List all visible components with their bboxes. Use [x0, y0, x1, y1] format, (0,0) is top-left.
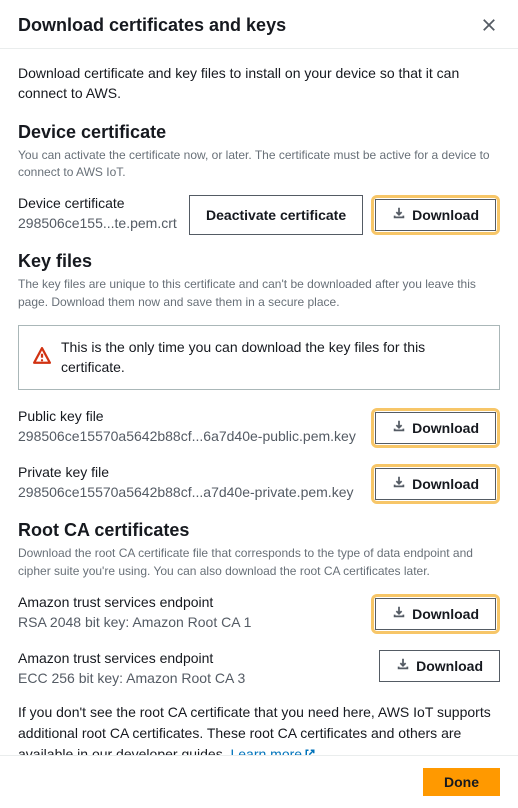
root-ca-section: Root CA certificates Download the root C… [18, 520, 500, 755]
highlight: Download [371, 195, 500, 235]
root-ca-1-row: Amazon trust services endpoint RSA 2048 … [18, 594, 500, 634]
device-certificate-section: Device certificate You can activate the … [18, 122, 500, 236]
download-icon [396, 656, 410, 676]
learn-more-link[interactable]: Learn more [230, 746, 316, 755]
modal-body: Download certificate and key files to in… [0, 49, 518, 755]
download-root-ca-3-button[interactable]: Download [379, 650, 500, 682]
download-label: Download [412, 205, 479, 225]
public-key-value: 298506ce15570a5642b88cf...6a7d40e-public… [18, 428, 361, 444]
device-certificate-label: Device certificate [18, 195, 179, 211]
key-files-alert: This is the only time you can download t… [18, 325, 500, 390]
download-label: Download [412, 604, 479, 624]
private-key-value: 298506ce15570a5642b88cf...a7d40e-private… [18, 484, 361, 500]
key-files-alert-text: This is the only time you can download t… [61, 338, 485, 377]
download-label: Download [412, 474, 479, 494]
external-link-icon [302, 746, 316, 755]
root-ca-3-row: Amazon trust services endpoint ECC 256 b… [18, 650, 500, 686]
root-ca-1-label: Amazon trust services endpoint [18, 594, 361, 610]
close-icon[interactable] [478, 14, 500, 36]
download-label: Download [416, 656, 483, 676]
root-ca-heading: Root CA certificates [18, 520, 500, 541]
key-files-sub: The key files are unique to this certifi… [18, 276, 500, 311]
device-certificate-heading: Device certificate [18, 122, 500, 143]
root-ca-sub: Download the root CA certificate file th… [18, 545, 500, 580]
highlight: Download [371, 408, 500, 448]
download-label: Download [412, 418, 479, 438]
key-files-section: Key files The key files are unique to th… [18, 251, 500, 504]
intro-text: Download certificate and key files to in… [18, 63, 500, 104]
highlight: Download [371, 594, 500, 634]
device-certificate-value: 298506ce155...te.pem.crt [18, 215, 179, 231]
root-ca-3-label: Amazon trust services endpoint [18, 650, 369, 666]
download-icon [392, 474, 406, 494]
highlight: Download [371, 464, 500, 504]
modal-footer: Done [0, 755, 518, 808]
download-device-cert-button[interactable]: Download [375, 199, 496, 231]
done-button[interactable]: Done [423, 768, 500, 796]
deactivate-certificate-button[interactable]: Deactivate certificate [189, 195, 363, 235]
download-private-key-button[interactable]: Download [375, 468, 496, 500]
download-icon [392, 604, 406, 624]
private-key-label: Private key file [18, 464, 361, 480]
private-key-row: Private key file 298506ce15570a5642b88cf… [18, 464, 500, 504]
warning-icon [33, 347, 51, 368]
public-key-label: Public key file [18, 408, 361, 424]
key-files-heading: Key files [18, 251, 500, 272]
modal-header: Download certificates and keys [0, 0, 518, 49]
download-certificates-modal: Download certificates and keys Download … [0, 0, 518, 808]
download-public-key-button[interactable]: Download [375, 412, 496, 444]
modal-title: Download certificates and keys [18, 15, 286, 36]
device-certificate-row: Device certificate 298506ce155...te.pem.… [18, 195, 500, 235]
root-ca-1-value: RSA 2048 bit key: Amazon Root CA 1 [18, 614, 361, 630]
root-ca-footnote: If you don't see the root CA certificate… [18, 702, 500, 755]
download-root-ca-1-button[interactable]: Download [375, 598, 496, 630]
download-icon [392, 418, 406, 438]
public-key-row: Public key file 298506ce15570a5642b88cf.… [18, 408, 500, 448]
device-certificate-sub: You can activate the certificate now, or… [18, 147, 500, 182]
root-ca-3-value: ECC 256 bit key: Amazon Root CA 3 [18, 670, 369, 686]
learn-more-label: Learn more [230, 746, 302, 755]
download-icon [392, 205, 406, 225]
